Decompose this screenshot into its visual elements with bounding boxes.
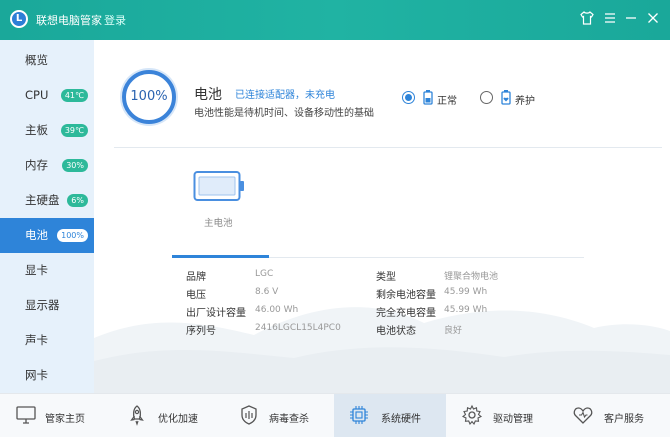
sidebar: 概览 CPU 41℃ 主板 39℃ 内存 30% 主硬盘 6% 电池 100% …	[0, 40, 94, 393]
sidebar-item-battery[interactable]: 电池 100%	[0, 218, 94, 253]
app-title: 联想电脑管家	[36, 14, 102, 27]
battery-mode-icon	[423, 90, 433, 105]
sidebar-item-cpu[interactable]: CPU 41℃	[0, 78, 94, 113]
heart-icon	[573, 407, 593, 424]
shirt-icon[interactable]	[577, 8, 597, 28]
charging-status: 已连接适配器，未充电	[235, 90, 335, 101]
spec-value: 8.6 V	[255, 287, 279, 297]
normal-mode-label[interactable]: 正常	[437, 92, 457, 107]
chip-icon	[350, 406, 368, 424]
sidebar-item-motherboard[interactable]: 主板 39℃	[0, 113, 94, 148]
nav-label: 系统硬件	[381, 414, 421, 425]
battery-badge: 100%	[57, 229, 88, 242]
sidebar-item-label: 显示器	[25, 298, 60, 312]
spec-key: 序列号	[186, 326, 216, 337]
login-link[interactable]: 登录	[104, 12, 126, 28]
usage-badge: 30%	[62, 159, 88, 172]
nav-drivers[interactable]: 驱动管理	[446, 394, 558, 437]
spec-key: 完全充电容量	[376, 308, 436, 319]
section-divider	[114, 147, 662, 148]
care-mode-label[interactable]: 养护	[515, 92, 535, 107]
sidebar-item-label: 电池	[25, 228, 48, 242]
sidebar-item-label: 概览	[25, 53, 48, 67]
battery-care-icon	[501, 90, 511, 105]
nav-label: 管家主页	[45, 414, 85, 425]
page-description: 电池性能是待机时间、设备移动性的基础	[194, 108, 374, 119]
spec-value: 锂聚合物电池	[444, 272, 499, 282]
title-bar: L 联想电脑管家 登录	[0, 0, 670, 40]
spec-value: 2416LGCL15L4PC0	[255, 323, 341, 333]
spec-value: LGC	[255, 269, 274, 279]
nav-label: 优化加速	[158, 414, 198, 425]
sidebar-item-sound[interactable]: 声卡	[0, 323, 94, 358]
sidebar-item-display[interactable]: 显示器	[0, 288, 94, 323]
active-tab-indicator	[172, 255, 269, 258]
sidebar-item-graphics[interactable]: 显卡	[0, 253, 94, 288]
sidebar-item-label: 显卡	[25, 263, 48, 277]
spec-key: 类型	[376, 272, 396, 283]
minimize-icon[interactable]	[621, 8, 641, 28]
spec-value: 良好	[444, 326, 463, 336]
spec-key: 出厂设计容量	[186, 308, 246, 319]
care-mode-radio[interactable]	[480, 91, 493, 104]
spec-key: 品牌	[186, 272, 206, 283]
temperature-badge: 39℃	[60, 124, 88, 137]
spec-value: 45.99 Wh	[444, 305, 488, 315]
sidebar-item-overview[interactable]: 概览	[0, 43, 94, 78]
sidebar-item-label: 声卡	[25, 333, 48, 347]
sidebar-item-label: 主硬盘	[25, 193, 60, 207]
spec-value: 45.99 Wh	[444, 287, 488, 297]
battery-percent-ring: 100%	[122, 70, 176, 124]
gear-icon	[461, 404, 483, 426]
nav-support[interactable]: 客户服务	[558, 394, 670, 437]
nav-antivirus[interactable]: 病毒查杀	[223, 394, 334, 437]
battery-tab-label[interactable]: 主电池	[204, 215, 233, 229]
main-panel: 100% 电池 已连接适配器，未充电 电池性能是待机时间、设备移动性的基础 正常…	[94, 40, 670, 393]
bottom-nav: 管家主页 优化加速 病毒查杀 系统硬件 驱动管理 客户服务	[0, 393, 670, 437]
sidebar-item-label: CPU	[25, 88, 49, 102]
rocket-icon	[130, 405, 144, 426]
sidebar-item-disk[interactable]: 主硬盘 6%	[0, 183, 94, 218]
temperature-badge: 41℃	[60, 89, 88, 102]
sidebar-item-memory[interactable]: 内存 30%	[0, 148, 94, 183]
nav-label: 病毒查杀	[269, 414, 309, 425]
spec-value: 46.00 Wh	[255, 305, 299, 315]
battery-icon[interactable]	[193, 170, 245, 202]
monitor-icon	[16, 406, 36, 424]
spec-key: 电压	[186, 290, 206, 301]
nav-label: 驱动管理	[493, 414, 533, 425]
menu-icon[interactable]	[600, 8, 620, 28]
nav-home[interactable]: 管家主页	[0, 394, 111, 437]
normal-mode-radio[interactable]	[402, 91, 415, 104]
sidebar-item-network[interactable]: 网卡	[0, 358, 94, 393]
sidebar-item-label: 主板	[25, 123, 48, 137]
close-icon[interactable]	[643, 8, 663, 28]
spec-key: 剩余电池容量	[376, 290, 436, 301]
nav-hardware[interactable]: 系统硬件	[334, 394, 446, 437]
nav-label: 客户服务	[604, 414, 644, 425]
usage-badge: 6%	[67, 194, 88, 207]
sidebar-item-label: 网卡	[25, 368, 48, 382]
shield-icon	[241, 405, 257, 425]
lenovo-logo-icon: L	[10, 10, 28, 28]
spec-key: 电池状态	[376, 326, 416, 337]
sidebar-item-label: 内存	[25, 158, 48, 172]
nav-optimize[interactable]: 优化加速	[111, 394, 223, 437]
page-title: 电池	[194, 87, 222, 103]
